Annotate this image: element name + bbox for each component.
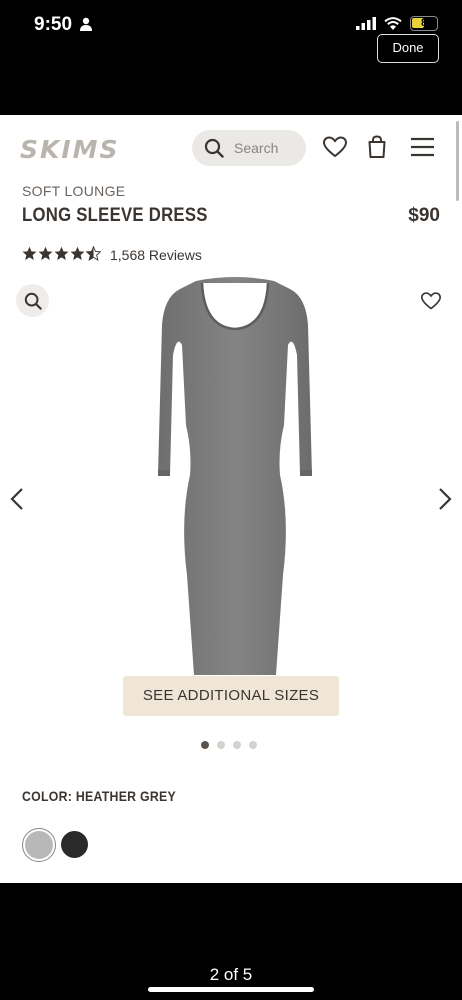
product-price: $90 [408,205,440,226]
battery-level: 8 [420,17,428,29]
product-page: SKIMS Search SOFT LOUNGE LONG SLEEVE DRE… [0,115,462,883]
review-count[interactable]: 1,568 Reviews [110,247,202,263]
status-icons: 8 [356,16,438,31]
search-icon [204,138,224,158]
pagination-dot[interactable] [249,741,257,749]
color-label: COLOR: HEATHER GREY [22,788,176,804]
viewer-bottom-bar: 2 of 5 [0,883,462,1000]
product-title: LONG SLEEVE DRESS [22,205,208,226]
done-button[interactable]: Done [377,34,439,63]
pagination-dot[interactable] [201,741,209,749]
battery-icon: 8 [410,16,438,31]
person-icon [80,17,92,31]
status-bar: 9:50 8 Done [0,0,462,115]
signal-icon [356,17,376,30]
zoom-button[interactable] [16,284,49,317]
home-indicator[interactable] [148,987,314,992]
pagination-dot[interactable] [233,741,241,749]
half-star-icon [86,246,101,261]
star-icon [70,246,85,261]
image-pagination [201,741,257,749]
product-category: SOFT LOUNGE [22,183,126,199]
chevron-right-icon[interactable] [438,487,452,511]
wifi-icon [384,16,402,30]
heart-icon[interactable] [322,135,348,159]
brand-logo[interactable]: SKIMS [20,135,120,164]
search-placeholder: Search [234,140,279,156]
see-additional-sizes-button[interactable]: SEE ADDITIONAL SIZES [123,676,339,716]
star-rating[interactable] [22,246,101,261]
page-counter: 2 of 5 [209,965,253,984]
product-image[interactable] [150,275,320,680]
pagination-dot[interactable] [217,741,225,749]
scrollbar[interactable] [456,121,459,201]
menu-icon[interactable] [410,137,435,157]
swatch-heather-grey[interactable] [22,828,56,862]
star-icon [54,246,69,261]
chevron-left-icon[interactable] [10,487,24,511]
swatch-fill [25,831,53,859]
heart-icon[interactable] [420,291,442,311]
swatch-black[interactable] [61,831,88,858]
status-time: 9:50 [34,14,73,35]
search-input[interactable]: Search [192,130,306,166]
bag-icon[interactable] [367,135,387,159]
search-icon [24,292,42,310]
star-icon [22,246,37,261]
star-icon [38,246,53,261]
